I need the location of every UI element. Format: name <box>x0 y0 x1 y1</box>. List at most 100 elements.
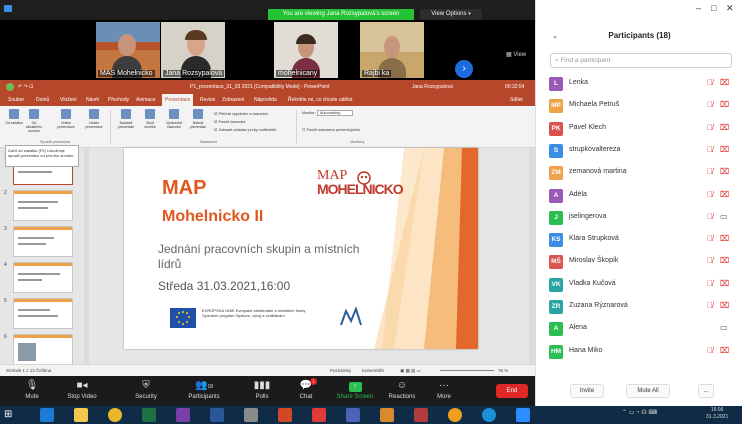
muted-mic-icon: 🎙̸ <box>707 122 713 132</box>
mute-button[interactable]: 🎙 Mute <box>8 378 56 404</box>
windows-taskbar: ⊞ ⌃ ▭ ◔ ☊ ⌨ 16:06 31.3.2021 <box>0 406 742 424</box>
hide-icon <box>145 109 155 119</box>
participant-row[interactable]: A Alena ▭ <box>536 319 742 341</box>
hide-slide-button[interactable]: Skrýt snímek <box>140 109 160 135</box>
participant-row[interactable]: ZM zemanová martina 🎙̸ ⌧ <box>536 163 742 185</box>
participant-row[interactable]: MP Michaela Petruš 🎙̸ ⌧ <box>536 96 742 118</box>
tab-navrh[interactable]: Návrh <box>86 94 99 106</box>
play-narrations-checkbox[interactable]: ☑ Přehrát vyprávění a časování <box>214 111 268 116</box>
polls-button[interactable]: ▮▮▮ Polls <box>238 378 286 404</box>
participant-row[interactable]: Jjselingerova 🎙̸ ▭ <box>536 208 742 230</box>
app-icon[interactable] <box>414 408 428 422</box>
video-thumbnail[interactable]: mohelnicany <box>274 22 338 78</box>
participants-button[interactable]: 👥18 Participants <box>180 378 228 404</box>
end-meeting-button[interactable]: End <box>496 384 528 398</box>
slide-thumbnail[interactable] <box>13 334 73 365</box>
zoom-slider[interactable] <box>440 370 494 371</box>
more-options-button[interactable]: ... <box>698 384 714 398</box>
stop-video-button[interactable]: ■◂ Stop Video <box>58 378 106 404</box>
avatar: A <box>549 322 563 337</box>
slides-pane-scrollbar[interactable] <box>84 148 89 364</box>
participant-row[interactable]: L Lenka 🎙̸ ⌧ <box>536 74 742 96</box>
more-label: More <box>437 394 451 400</box>
video-thumbnail[interactable]: MAS Mohelnicko <box>96 22 160 78</box>
app-icon[interactable] <box>244 408 258 422</box>
taskbar-clock[interactable]: 16:06 31.3.2021 <box>706 407 728 421</box>
minimize-icon[interactable]: – <box>696 3 701 13</box>
view-layout-button[interactable]: ▦ View <box>506 51 526 58</box>
powerpoint-icon[interactable] <box>278 408 292 422</box>
tab-prechody[interactable]: Přechody <box>108 94 129 106</box>
windows-start-icon[interactable]: ⊞ <box>4 408 18 422</box>
slide-thumbnail[interactable] <box>13 298 73 329</box>
chrome-icon[interactable] <box>108 408 122 422</box>
online-presentation-button[interactable]: Online prezentace <box>56 109 76 135</box>
edge-icon[interactable] <box>40 408 54 422</box>
app-icon[interactable] <box>346 408 360 422</box>
tell-me-search[interactable]: Řekněte mi, co chcete udělat <box>288 94 352 106</box>
explorer-icon[interactable] <box>74 408 88 422</box>
participant-row[interactable]: Sstrupkovaltereza 🎙̸ ⌧ <box>536 141 742 163</box>
from-current-button[interactable]: Od aktuálního snímku <box>24 109 44 135</box>
chat-button[interactable]: 💬 1 Chat <box>282 378 330 404</box>
current-slide[interactable]: MAP Mohelnicko II Jednání pracovních sku… <box>124 148 478 349</box>
tab-zobrazeni[interactable]: Zobrazení <box>222 94 245 106</box>
participant-row[interactable]: MŠ Miroslav Škopík 🎙̸ ⌧ <box>536 252 742 274</box>
view-options-button[interactable]: View Options ▾ <box>420 9 482 20</box>
share-screen-button[interactable]: ↑ Share Screen <box>328 378 382 404</box>
zoom-icon[interactable] <box>516 408 530 422</box>
from-beginning-button[interactable]: Od začátku <box>4 109 24 135</box>
rehearse-timings-button[interactable]: Vyzkoušet časování <box>164 109 184 135</box>
slide-thumbnail[interactable] <box>13 190 73 221</box>
tab-soubor[interactable]: Soubor <box>8 94 24 106</box>
acrobat-icon[interactable] <box>312 408 326 422</box>
security-button[interactable]: ⛨ Security <box>122 378 170 404</box>
participant-row[interactable]: VK Vladka Kučová 🎙̸ ⌧ <box>536 275 742 297</box>
more-button[interactable]: ··· More <box>420 378 468 404</box>
media-controls-checkbox[interactable]: ☑ Zobrazit ovládací prvky multimédií <box>214 127 276 132</box>
video-thumbnail[interactable]: Rajbi ka <box>360 22 424 78</box>
record-show-button[interactable]: Nahrát prezentaci <box>188 109 208 135</box>
tab-animace[interactable]: Animace <box>136 94 155 106</box>
close-icon[interactable]: ✕ <box>726 3 734 14</box>
reactions-button[interactable]: ☺ Reactions <box>378 378 426 404</box>
comments-button[interactable]: Komentáře <box>362 365 384 376</box>
tab-revize[interactable]: Revize <box>200 94 215 106</box>
slide-thumbnail[interactable] <box>13 226 73 257</box>
mute-all-button[interactable]: Mute All <box>626 384 670 398</box>
group-label: Nastavení <box>200 140 218 144</box>
button-label: Od začátku <box>5 121 23 125</box>
video-thumbnail[interactable]: Jana Rozsypalová <box>161 22 225 78</box>
word-icon[interactable] <box>210 408 224 422</box>
custom-show-button[interactable]: Vlastní prezentace <box>84 109 104 135</box>
maximize-icon[interactable]: □ <box>711 3 716 13</box>
participant-row[interactable]: ZR Zuzana Rýznarová 🎙̸ ⌧ <box>536 297 742 319</box>
system-tray[interactable]: ⌃ ▭ ◔ ☊ ⌨ <box>622 409 657 416</box>
share-ppt-button[interactable]: Sdílet <box>510 94 523 106</box>
view-mode-icons[interactable]: ▣ ▦ ▤ ▭ <box>400 365 421 376</box>
onenote-icon[interactable] <box>176 408 190 422</box>
tab-vlozeni[interactable]: Vložení <box>60 94 77 106</box>
use-timings-checkbox[interactable]: ☑ Použít časování <box>214 119 246 124</box>
slideshow-icon <box>9 109 19 119</box>
browser-icon[interactable] <box>482 408 496 422</box>
tab-napoveda[interactable]: Nápověda <box>254 94 277 106</box>
participant-search-input[interactable]: ⌕ Find a participant <box>550 53 732 68</box>
participant-row[interactable]: PK Pavel Klech 🎙̸ ⌧ <box>536 119 742 141</box>
tab-domu[interactable]: Domů <box>36 94 49 106</box>
app-icon[interactable] <box>380 408 394 422</box>
settings-icon[interactable] <box>448 408 462 422</box>
invite-button[interactable]: Invite <box>570 384 604 398</box>
presenter-view-checkbox[interactable]: ☐ Použít zobrazení prezentujícího <box>302 127 360 132</box>
slide-thumbnail[interactable] <box>13 262 73 293</box>
next-thumbnails-button[interactable]: › <box>455 60 473 78</box>
setup-show-button[interactable]: Nastavit prezentaci <box>116 109 136 135</box>
polls-label: Polls <box>255 394 269 400</box>
excel-icon[interactable] <box>142 408 156 422</box>
participant-row[interactable]: KS Klára Strupková 🎙̸ ⌧ <box>536 230 742 252</box>
participant-row[interactable]: HM Hana Miko 🎙̸ ⌧ <box>536 342 742 364</box>
notes-button[interactable]: Poznámky <box>330 365 351 376</box>
monitor-select[interactable]: Monitor: Automaticky <box>302 110 354 116</box>
participant-row[interactable]: A Adéla 🎙̸ ⌧ <box>536 186 742 208</box>
tab-prezentace[interactable]: Prezentace <box>162 94 194 106</box>
